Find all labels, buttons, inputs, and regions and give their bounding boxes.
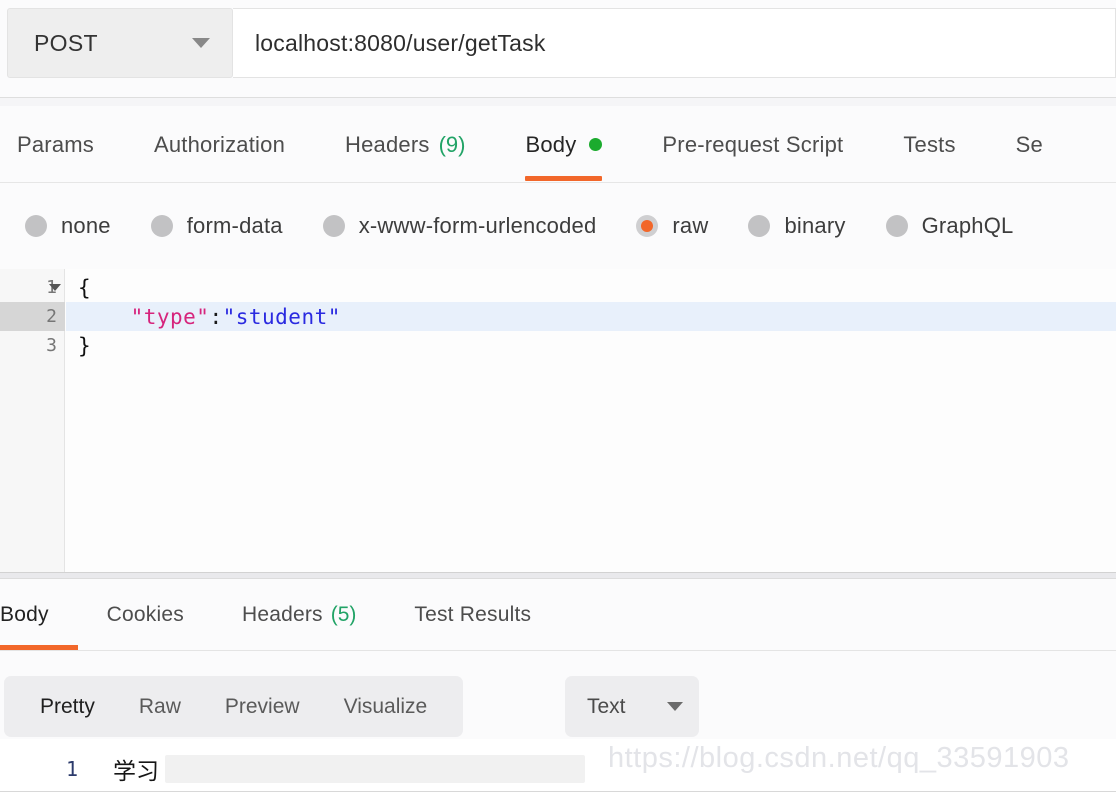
fold-caret-icon[interactable]	[49, 284, 61, 291]
url-value: localhost:8080/user/getTask	[255, 29, 546, 56]
request-url-bar: POST localhost:8080/user/getTask	[0, 0, 1116, 88]
response-view-mode-pretty[interactable]: Pretty	[18, 695, 117, 719]
body-type-label: form-data	[186, 213, 283, 238]
body-type-label: GraphQL	[921, 213, 1014, 238]
response-body-line: 1 学习	[0, 749, 1116, 789]
response-tab-headers[interactable]: Headers (5)	[213, 579, 385, 651]
editor-line: 1{	[0, 273, 1116, 302]
request-body-editor[interactable]: 1{2 "type": "student" 3}	[0, 269, 1116, 572]
body-type-x-www-form-urlencoded[interactable]: x-www-form-urlencoded	[322, 213, 597, 239]
http-method-dropdown[interactable]: POST	[7, 8, 233, 78]
body-type-radio-group: none form-data x-www-form-urlencoded raw bin…	[0, 183, 1116, 269]
editor-line-number: 1	[0, 273, 65, 302]
response-view-mode-group: Pretty Raw Preview Visualize	[4, 676, 464, 737]
body-type-binary[interactable]: binary	[748, 213, 845, 239]
response-view-mode-preview[interactable]: Preview	[203, 695, 322, 719]
editor-line-number: 2	[0, 302, 65, 331]
response-tab-label: Cookies	[106, 603, 184, 626]
request-tab-label: Body	[525, 131, 577, 157]
radio-button-icon[interactable]	[885, 215, 908, 237]
request-tab-params[interactable]: Params	[17, 106, 94, 183]
response-content-type-dropdown[interactable]: Text	[565, 676, 699, 737]
url-input[interactable]: localhost:8080/user/getTask	[233, 8, 1116, 78]
response-body-viewer[interactable]: 1 学习	[0, 739, 1116, 800]
code-token: "type"	[130, 304, 210, 329]
radio-button-icon[interactable]	[748, 215, 771, 237]
response-line-text: 学习	[113, 759, 159, 785]
editor-line: 3}	[0, 331, 1116, 360]
request-tab-label: Pre-request Script	[662, 131, 844, 157]
editor-line-content[interactable]: "type": "student"	[66, 302, 1116, 331]
postman-window: POST localhost:8080/user/getTask Params A…	[0, 0, 1116, 800]
request-tab-label: Se	[1015, 131, 1043, 157]
body-type-raw[interactable]: raw	[636, 213, 708, 239]
request-tab-headers[interactable]: Headers (9)	[345, 106, 465, 183]
chevron-down-icon	[192, 38, 210, 48]
response-content-type-label: Text	[587, 694, 626, 718]
response-value-background	[165, 755, 585, 783]
active-tab-underline	[525, 176, 603, 181]
radio-button-icon[interactable]	[322, 215, 345, 237]
code-token: }	[78, 333, 92, 358]
request-tab-authorization[interactable]: Authorization	[154, 106, 285, 183]
body-present-dot-icon	[589, 138, 603, 151]
editor-line-content[interactable]: {	[66, 273, 1116, 302]
request-tab-label: Headers	[345, 131, 430, 157]
request-tab-tests[interactable]: Tests	[903, 106, 955, 183]
body-type-form-data[interactable]: form-data	[150, 213, 283, 239]
response-tab-count: (5)	[330, 603, 357, 626]
response-tab-label: Body	[0, 603, 49, 626]
response-view-mode-visualize[interactable]: Visualize	[322, 695, 450, 719]
request-tab-label: Tests	[903, 131, 956, 157]
editor-line: 2 "type": "student"	[0, 302, 1116, 331]
request-tab-list: Params Authorization Headers (9) Body Pre-req…	[0, 106, 1116, 183]
request-tab-label: Authorization	[154, 131, 286, 157]
radio-button-icon[interactable]	[25, 215, 47, 237]
response-tab-list: Body Cookies Headers (5) Test Results	[0, 579, 1116, 651]
response-line-divider	[0, 791, 1116, 792]
url-bar-shadow-band	[0, 98, 1116, 106]
response-tab-label: Headers	[241, 603, 323, 626]
body-type-label: raw	[672, 213, 709, 238]
response-tab-test-results[interactable]: Test Results	[385, 579, 560, 651]
radio-button-icon[interactable]	[636, 215, 659, 237]
response-tab-body[interactable]: Body	[0, 579, 78, 651]
response-line-number: 1	[65, 757, 78, 781]
editor-line-content[interactable]: }	[66, 331, 1116, 360]
code-token: "student"	[222, 304, 341, 329]
body-type-label: binary	[784, 213, 846, 238]
body-type-label: x-www-form-urlencoded	[358, 213, 597, 238]
request-tab-count: (9)	[438, 131, 466, 157]
response-format-toolbar: Pretty Raw Preview Visualize Text	[0, 651, 1116, 739]
body-type-none[interactable]: none	[25, 213, 111, 239]
code-token: :	[209, 304, 223, 329]
request-tab-body[interactable]: Body	[525, 106, 603, 183]
request-tab-label: Params	[17, 131, 94, 157]
request-tab-se[interactable]: Se	[1016, 106, 1043, 183]
response-tab-cookies[interactable]: Cookies	[78, 579, 213, 651]
code-token: {	[78, 275, 92, 300]
response-view-mode-raw[interactable]: Raw	[117, 695, 203, 719]
chevron-down-icon	[667, 702, 683, 711]
editor-line-number: 3	[46, 335, 57, 356]
response-tab-label: Test Results	[414, 603, 532, 626]
body-type-GraphQL[interactable]: GraphQL	[885, 213, 1014, 239]
request-response-splitter[interactable]	[0, 572, 1116, 579]
response-tabs: Body Cookies Headers (5) Test Results	[0, 579, 1116, 651]
http-method-label: POST	[34, 29, 98, 56]
radio-button-icon[interactable]	[150, 215, 173, 237]
request-tab-pre-request-script[interactable]: Pre-request Script	[662, 106, 843, 183]
request-tabs: Params Authorization Headers (9) Body Pre-req…	[0, 106, 1116, 183]
body-type-label: none	[61, 213, 111, 238]
